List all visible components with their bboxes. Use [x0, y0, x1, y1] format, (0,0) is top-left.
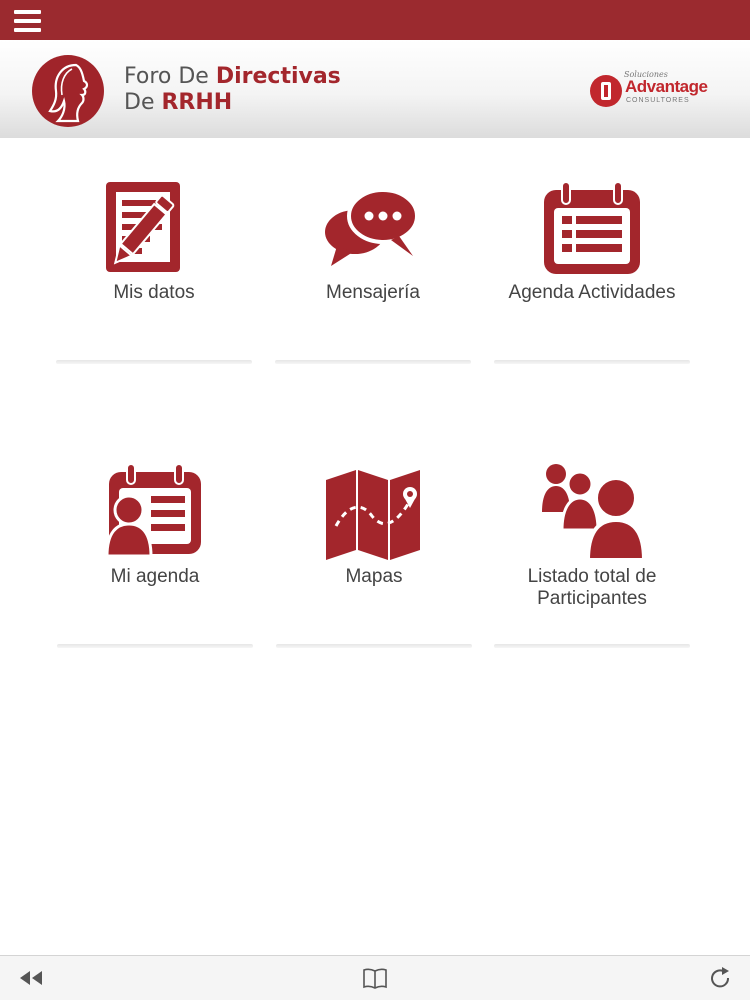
title-accent: Directivas [215, 64, 341, 89]
tile-mis-datos[interactable]: Mis datos [56, 144, 252, 364]
hamburger-menu-icon[interactable] [14, 10, 41, 32]
chat-bubbles-icon [321, 180, 425, 276]
advantage-logo: Soluciones Advantage CONSULTORES [590, 70, 720, 110]
tile-divider [57, 644, 253, 648]
tile-divider [275, 360, 471, 364]
app-title: Foro De Directivas De RRHH [124, 64, 341, 116]
top-bar [0, 0, 750, 40]
tile-divider [56, 360, 252, 364]
tile-divider [494, 644, 690, 648]
tile-mi-agenda[interactable]: Mi agenda [57, 428, 253, 648]
edit-document-icon [102, 180, 206, 276]
tile-label: Mapas [345, 566, 403, 587]
tile-label: Agenda Actividades [508, 282, 676, 303]
calendar-icon [540, 180, 644, 276]
book-icon[interactable] [362, 966, 388, 990]
tile-label: Mensajería [326, 282, 420, 303]
app-header: Foro De Directivas De RRHH Soluciones Ad… [0, 40, 750, 138]
tile-mensajeria[interactable]: Mensajería [275, 144, 471, 364]
woman-profile-logo-icon [32, 55, 104, 127]
rewind-icon[interactable] [18, 966, 44, 990]
map-icon [322, 464, 426, 560]
tile-label: Mi agenda [110, 566, 200, 587]
title-prefix: Foro De [124, 64, 209, 89]
brand-sub: CONSULTORES [626, 97, 690, 104]
tile-agenda-actividades[interactable]: Agenda Actividades [494, 144, 690, 364]
bottom-toolbar [0, 955, 750, 1000]
personal-agenda-icon [103, 464, 207, 560]
title-prefix-2: De [124, 90, 155, 115]
tile-participantes[interactable]: Listado total de Participantes [494, 428, 690, 648]
tile-mapas[interactable]: Mapas [276, 428, 472, 648]
participants-icon [540, 464, 644, 560]
tile-divider [494, 360, 690, 364]
brand-name: Advantage [625, 77, 708, 96]
advantage-logo-icon [590, 75, 622, 107]
tile-divider [276, 644, 472, 648]
title-accent-2: RRHH [161, 90, 233, 115]
tile-label: Mis datos [113, 282, 195, 303]
tile-label: Listado total de Participantes [527, 566, 657, 609]
reload-icon[interactable] [708, 966, 734, 990]
